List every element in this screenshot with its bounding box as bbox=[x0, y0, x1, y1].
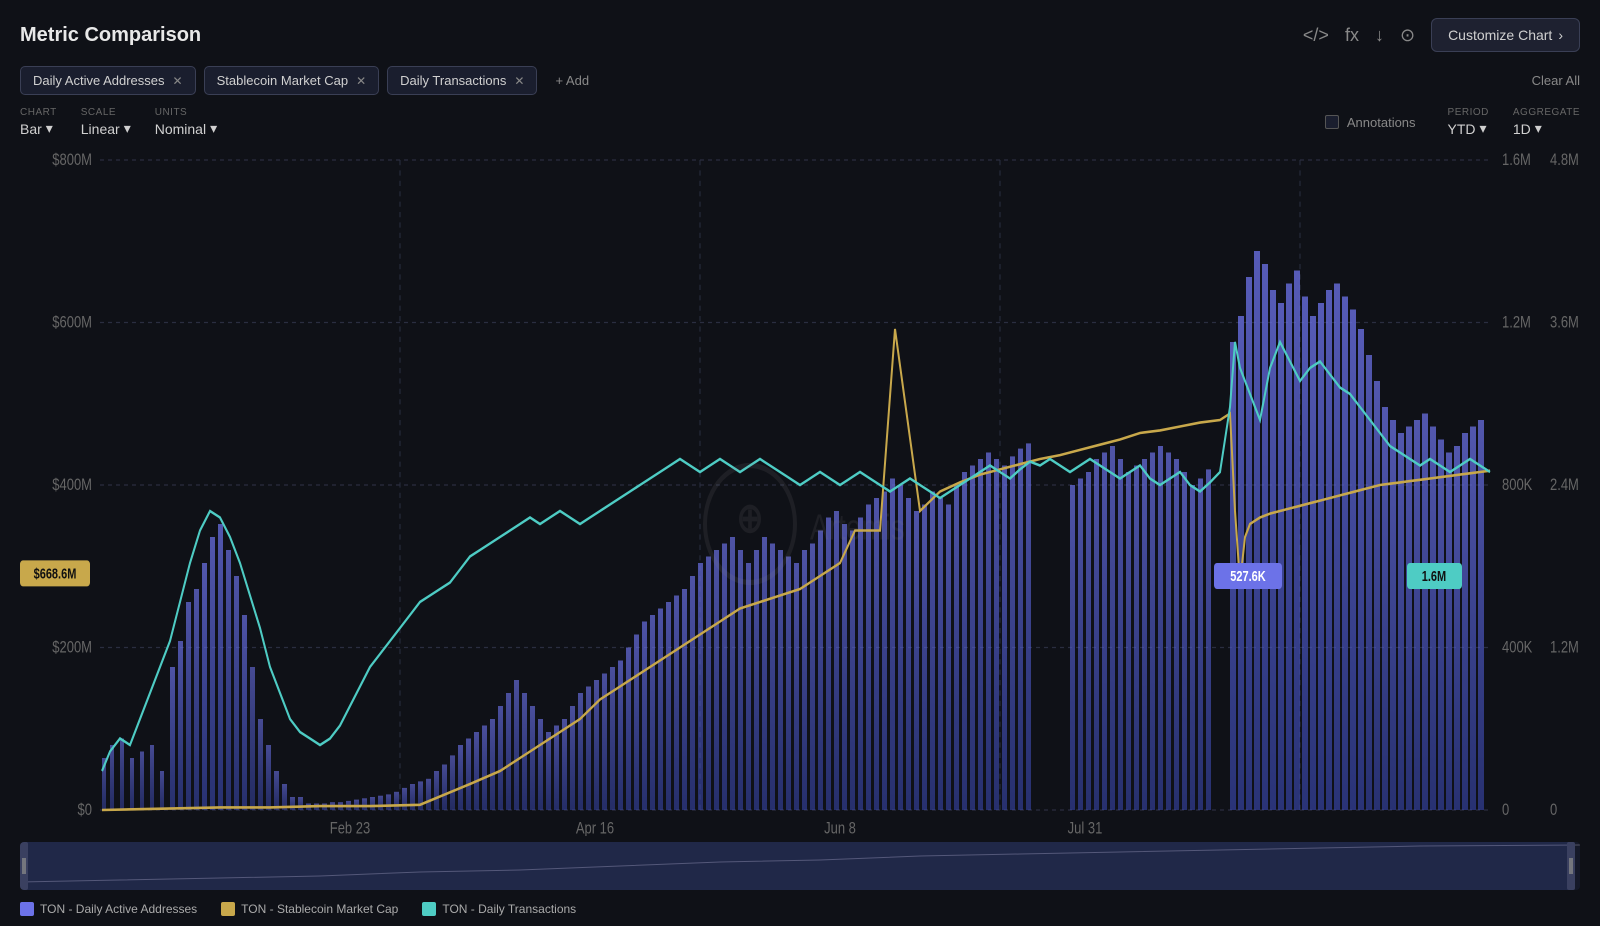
add-metric-button[interactable]: + Add bbox=[545, 67, 599, 94]
clear-all-button[interactable]: Clear All bbox=[1532, 73, 1580, 88]
main-chart-svg: $800M $600M $400M $200M $0 1.6M 1.2M 800… bbox=[20, 147, 1580, 836]
aggregate-select[interactable]: 1D ▾ bbox=[1513, 120, 1580, 137]
range-selector[interactable] bbox=[20, 842, 1580, 890]
svg-text:0: 0 bbox=[1550, 801, 1557, 820]
svg-text:800K: 800K bbox=[1502, 476, 1532, 495]
period-control: PERIOD YTD ▾ bbox=[1448, 107, 1489, 137]
svg-text:Artemis: Artemis bbox=[810, 507, 905, 547]
svg-text:527.6K: 527.6K bbox=[1230, 568, 1266, 585]
units-select[interactable]: Nominal ▾ bbox=[155, 120, 217, 137]
svg-text:0: 0 bbox=[1502, 801, 1509, 820]
svg-text:2.4M: 2.4M bbox=[1550, 476, 1579, 495]
legend-item-dt: TON - Daily Transactions bbox=[422, 902, 576, 916]
svg-text:$200M: $200M bbox=[52, 638, 92, 657]
remove-dt-icon[interactable]: ✕ bbox=[514, 74, 524, 88]
legend-color-dt bbox=[422, 902, 436, 916]
legend-color-daa bbox=[20, 902, 34, 916]
page-title: Metric Comparison bbox=[20, 24, 201, 47]
metrics-row: Daily Active Addresses ✕ Stablecoin Mark… bbox=[20, 66, 1580, 95]
aggregate-control: AGGREGATE 1D ▾ bbox=[1513, 107, 1580, 137]
svg-text:Jun 8: Jun 8 bbox=[824, 819, 856, 836]
metric-tag-daa[interactable]: Daily Active Addresses ✕ bbox=[20, 66, 196, 95]
customize-chart-button[interactable]: Customize Chart › bbox=[1431, 18, 1580, 52]
annotations-toggle[interactable]: Annotations bbox=[1325, 115, 1416, 130]
svg-text:1.6M: 1.6M bbox=[1422, 568, 1446, 585]
svg-text:1.2M: 1.2M bbox=[1502, 313, 1531, 332]
svg-text:Apr 16: Apr 16 bbox=[576, 819, 614, 836]
svg-text:Jul 31: Jul 31 bbox=[1068, 819, 1103, 836]
formula-icon[interactable]: fx bbox=[1345, 25, 1359, 46]
svg-text:$600M: $600M bbox=[52, 313, 92, 332]
legend-item-smc: TON - Stablecoin Market Cap bbox=[221, 902, 398, 916]
metric-tag-smc[interactable]: Stablecoin Market Cap ✕ bbox=[204, 66, 380, 95]
svg-text:3.6M: 3.6M bbox=[1550, 313, 1579, 332]
metric-tag-dt[interactable]: Daily Transactions ✕ bbox=[387, 66, 537, 95]
units-control: UNITS Nominal ▾ bbox=[155, 107, 217, 137]
svg-text:4.8M: 4.8M bbox=[1550, 151, 1579, 170]
svg-text:$800M: $800M bbox=[52, 151, 92, 170]
svg-text:400K: 400K bbox=[1502, 638, 1532, 657]
metrics-tags: Daily Active Addresses ✕ Stablecoin Mark… bbox=[20, 66, 599, 95]
header-tools: </> fx ↓ ⊙ Customize Chart › bbox=[1303, 18, 1580, 52]
scale-control: SCALE Linear ▾ bbox=[81, 107, 131, 137]
chart-legend: TON - Daily Active Addresses TON - Stabl… bbox=[20, 902, 1580, 916]
legend-item-daa: TON - Daily Active Addresses bbox=[20, 902, 197, 916]
svg-text:$0: $0 bbox=[78, 801, 92, 820]
scale-select[interactable]: Linear ▾ bbox=[81, 120, 131, 137]
remove-daa-icon[interactable]: ✕ bbox=[173, 74, 183, 88]
legend-color-smc bbox=[221, 902, 235, 916]
controls-row: CHART Bar ▾ SCALE Linear ▾ UNITS Nominal… bbox=[20, 107, 1580, 137]
chart-type-select[interactable]: Bar ▾ bbox=[20, 120, 57, 137]
svg-text:$668.6M: $668.6M bbox=[34, 565, 77, 582]
chart-control: CHART Bar ▾ bbox=[20, 107, 57, 137]
period-select[interactable]: YTD ▾ bbox=[1448, 120, 1489, 137]
svg-text:$400M: $400M bbox=[52, 476, 92, 495]
svg-text:1.2M: 1.2M bbox=[1550, 638, 1579, 657]
mini-chart-svg bbox=[20, 842, 1580, 890]
svg-text:Feb 23: Feb 23 bbox=[330, 819, 370, 836]
download-icon[interactable]: ↓ bbox=[1375, 25, 1384, 46]
annotations-checkbox[interactable] bbox=[1325, 115, 1339, 129]
code-icon[interactable]: </> bbox=[1303, 25, 1329, 46]
svg-text:⊕: ⊕ bbox=[737, 494, 764, 541]
remove-smc-icon[interactable]: ✕ bbox=[356, 74, 366, 88]
header: Metric Comparison </> fx ↓ ⊙ Customize C… bbox=[20, 18, 1580, 52]
svg-text:1.6M: 1.6M bbox=[1502, 151, 1531, 170]
camera-icon[interactable]: ⊙ bbox=[1400, 25, 1415, 46]
chart-area: $800M $600M $400M $200M $0 1.6M 1.2M 800… bbox=[20, 147, 1580, 836]
